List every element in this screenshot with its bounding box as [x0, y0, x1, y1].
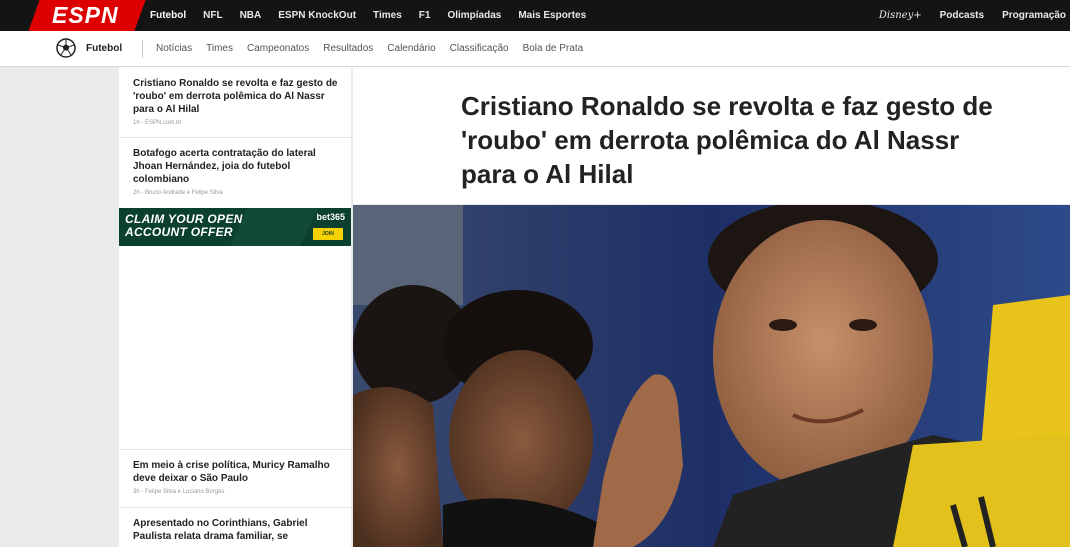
- ad-join-button[interactable]: JOIN: [313, 228, 343, 240]
- story-meta: 2h - Bruno Andrade e Felipe Silva: [133, 190, 223, 196]
- divider: [119, 507, 351, 508]
- article-headline: Cristiano Ronaldo se revolta e faz gesto…: [461, 91, 993, 189]
- sport-links: Futebol NFL NBA ESPN KnockOut Times F1 O…: [150, 0, 586, 31]
- divider: [119, 449, 351, 450]
- nav-link-times[interactable]: Times: [373, 10, 402, 21]
- divider: [119, 137, 351, 138]
- section-nav: Futebol Notícias Times Campeonatos Resul…: [0, 31, 1070, 67]
- nav-link-olimpiadas[interactable]: Olimpíadas: [447, 10, 501, 21]
- article-photo[interactable]: [353, 205, 1070, 547]
- programacao-link[interactable]: Programação: [1002, 10, 1066, 21]
- story-headline[interactable]: Em meio à crise política, Muricy Ramalho…: [133, 459, 338, 485]
- tab-classificacao[interactable]: Classificação: [450, 43, 509, 54]
- nav-link-nba[interactable]: NBA: [240, 10, 262, 21]
- story-meta: 3h - Felipe Silva e Luciano Borges: [133, 489, 225, 495]
- list-item[interactable]: Em meio à crise política, Muricy Ramalho…: [133, 459, 338, 495]
- tab-noticias[interactable]: Notícias: [156, 43, 192, 54]
- list-item[interactable]: Botafogo acerta contratação do lateral J…: [133, 147, 338, 196]
- tab-campeonatos[interactable]: Campeonatos: [247, 43, 309, 54]
- global-nav: ESPN Futebol NFL NBA ESPN KnockOut Times…: [0, 0, 1070, 31]
- nav-link-knockout[interactable]: ESPN KnockOut: [278, 10, 356, 21]
- ad-brand: bet365: [316, 212, 345, 222]
- bet365-ad-banner[interactable]: CLAIM YOUR OPEN ACCOUNT OFFER bet365 JOI…: [119, 208, 351, 246]
- disney-plus-link[interactable]: Disney+: [879, 10, 922, 21]
- soccer-ball-icon: [56, 38, 76, 58]
- story-headline[interactable]: Cristiano Ronaldo se revolta e faz gesto…: [133, 77, 338, 116]
- list-item[interactable]: Apresentado no Corinthians, Gabriel Paul…: [133, 517, 338, 543]
- section-title[interactable]: Futebol: [86, 43, 122, 54]
- section-links: Notícias Times Campeonatos Resultados Ca…: [156, 43, 583, 54]
- tab-times[interactable]: Times: [206, 43, 233, 54]
- list-item[interactable]: Cristiano Ronaldo se revolta e faz gesto…: [133, 77, 338, 126]
- nav-link-futebol[interactable]: Futebol: [150, 10, 186, 21]
- nav-link-nfl[interactable]: NFL: [203, 10, 222, 21]
- tab-calendario[interactable]: Calendário: [387, 43, 435, 54]
- photo-illustration: [353, 205, 1070, 547]
- headlines-sidebar: Cristiano Ronaldo se revolta e faz gesto…: [119, 67, 351, 547]
- article-header: Cristiano Ronaldo se revolta e faz gesto…: [353, 67, 1070, 204]
- nav-right: Disney+ Podcasts Programação: [879, 0, 1066, 31]
- divider: [142, 40, 143, 58]
- podcasts-link[interactable]: Podcasts: [940, 10, 984, 21]
- nav-link-mais-esportes[interactable]: Mais Esportes: [518, 10, 586, 21]
- nav-link-f1[interactable]: F1: [419, 10, 431, 21]
- story-headline[interactable]: Apresentado no Corinthians, Gabriel Paul…: [133, 517, 338, 543]
- tab-resultados[interactable]: Resultados: [323, 43, 373, 54]
- tab-bola-de-prata[interactable]: Bola de Prata: [523, 43, 584, 54]
- espn-logo[interactable]: ESPN: [28, 0, 146, 31]
- story-meta: 1h - ESPN.com.br: [133, 120, 182, 126]
- story-headline[interactable]: Botafogo acerta contratação do lateral J…: [133, 147, 338, 186]
- ad-text: CLAIM YOUR OPEN ACCOUNT OFFER: [125, 212, 243, 239]
